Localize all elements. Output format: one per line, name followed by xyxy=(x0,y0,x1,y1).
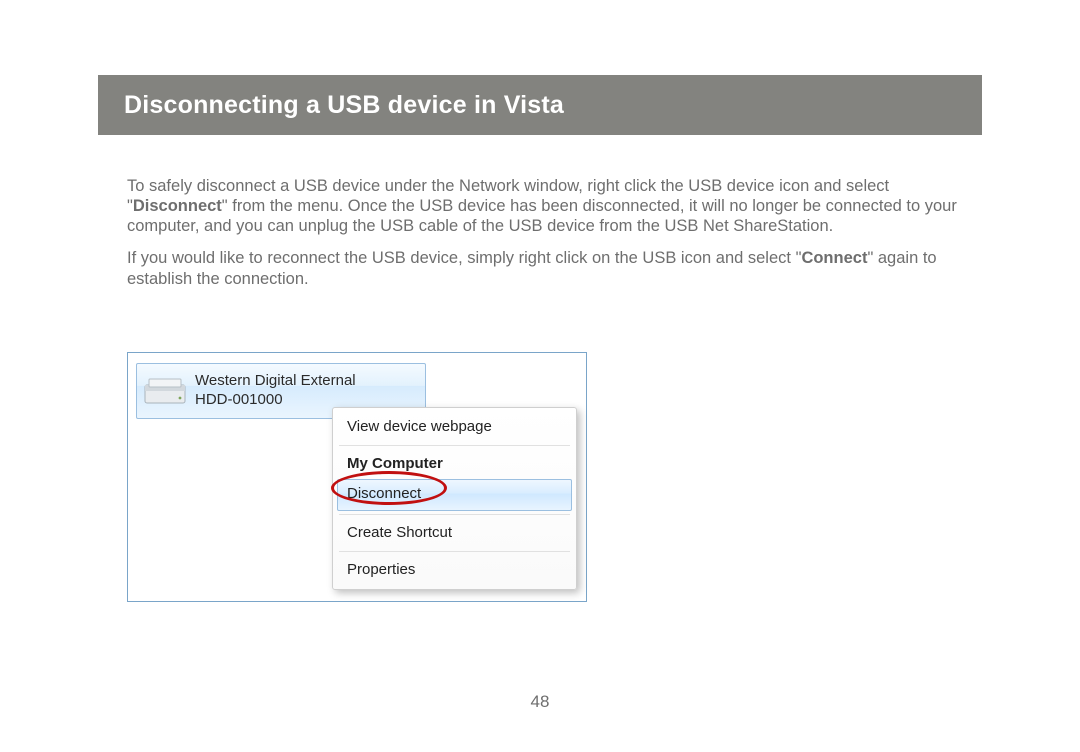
menu-separator xyxy=(339,551,570,552)
context-menu: View device webpage My Computer Disconne… xyxy=(332,407,577,590)
menu-item-view-device-webpage[interactable]: View device webpage xyxy=(337,412,572,442)
menu-item-my-computer[interactable]: My Computer xyxy=(337,449,572,479)
paragraph-2: If you would like to reconnect the USB d… xyxy=(127,248,957,288)
section-title: Disconnecting a USB device in Vista xyxy=(124,91,564,120)
body-copy: To safely disconnect a USB device under … xyxy=(127,176,957,301)
screenshot-figure: Western Digital External HDD-001000 View… xyxy=(127,352,587,602)
bold-text: Connect xyxy=(801,249,867,267)
usb-device-label: Western Digital External HDD-001000 xyxy=(195,372,356,410)
text: " from the menu. Once the USB device has… xyxy=(127,197,957,235)
manual-page: Disconnecting a USB device in Vista To s… xyxy=(0,0,1080,752)
menu-item-disconnect[interactable]: Disconnect xyxy=(337,479,572,511)
text: If you would like to reconnect the USB d… xyxy=(127,249,801,267)
external-hdd-icon xyxy=(143,375,187,407)
menu-item-create-shortcut[interactable]: Create Shortcut xyxy=(337,518,572,548)
paragraph-1: To safely disconnect a USB device under … xyxy=(127,176,957,236)
bold-text: Disconnect xyxy=(133,197,222,215)
section-header-bar: Disconnecting a USB device in Vista xyxy=(98,75,982,135)
menu-separator xyxy=(339,514,570,515)
menu-item-properties[interactable]: Properties xyxy=(337,555,572,585)
menu-separator xyxy=(339,445,570,446)
page-number: 48 xyxy=(0,692,1080,712)
